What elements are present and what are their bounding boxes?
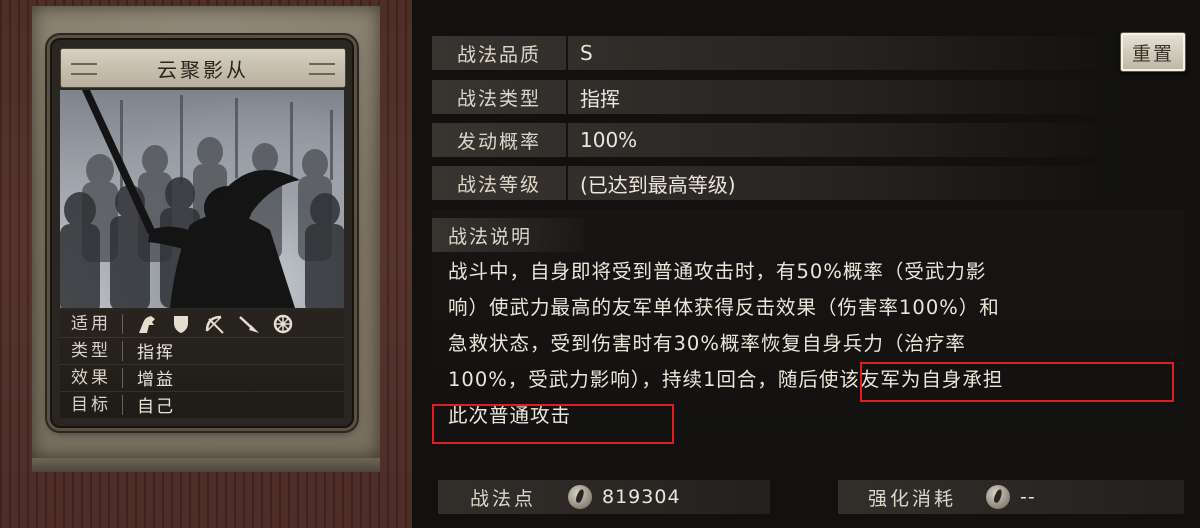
- attr-label-apply: 适用: [60, 313, 123, 334]
- attr-row-effect: 效果 增益: [60, 364, 344, 392]
- attr-row-type: 类型 指挥: [60, 337, 344, 365]
- info-row-quality: 战法品质 S: [432, 36, 1120, 70]
- spear-icon: [237, 313, 261, 335]
- upgrade-cost-label: 强化消耗: [867, 487, 956, 510]
- attr-row-apply: 适用: [60, 310, 344, 338]
- reset-button[interactable]: 重置: [1120, 32, 1186, 72]
- card-title-bar: 云聚影从: [60, 48, 346, 88]
- info-row-level: 战法等级 (已达到最高等级): [432, 166, 1120, 200]
- attr-label-target: 目标: [60, 394, 123, 415]
- attr-value-target: 自己: [137, 397, 175, 417]
- level-value: (已达到最高等级): [580, 172, 736, 197]
- card-attributes: 适用 类型 指挥 效果 增益 目标 自己: [60, 310, 344, 418]
- tactic-points-value: 819304: [602, 486, 681, 508]
- kind-value: 指挥: [580, 86, 620, 111]
- description-line-1: 战斗中，自身即将受到普通攻击时，有50%概率（受武力影: [448, 260, 987, 283]
- quality-value: S: [580, 41, 593, 65]
- description-line-4-start: 100%，受武力影响），持续1回合，: [448, 368, 778, 391]
- upgrade-cost-field: 强化消耗 --: [838, 480, 1184, 514]
- description-title: 战法说明: [432, 218, 584, 252]
- description-line-3: 急救状态，受到伤害时有30%概率恢复自身兵力（治疗率: [448, 332, 966, 355]
- tactic-points-field: 战法点 819304: [438, 480, 770, 514]
- upgrade-cost-coin-icon: [986, 485, 1010, 509]
- shield-icon: [169, 313, 193, 335]
- quality-label: 战法品质: [432, 36, 568, 70]
- description-line-2: 响）使武力最高的友军单体获得反击效果（伤害率100%）和: [448, 296, 1000, 319]
- warriors-silhouette-art: [60, 90, 344, 308]
- troop-type-icons: [123, 313, 295, 335]
- rate-label: 发动概率: [432, 123, 568, 157]
- kind-label: 战法类型: [432, 80, 568, 114]
- upgrade-cost-value: --: [1020, 486, 1036, 508]
- wheel-icon: [271, 313, 295, 335]
- info-row-rate: 发动概率 100%: [432, 123, 1120, 157]
- tactic-points-label: 战法点: [469, 487, 536, 510]
- tactic-point-coin-icon: [568, 485, 592, 509]
- rate-value: 100%: [580, 128, 638, 152]
- highlight-box-1: [860, 362, 1174, 402]
- cavalry-icon: [135, 313, 159, 335]
- card-title: 云聚影从: [157, 57, 249, 82]
- attr-row-target: 目标 自己: [60, 391, 344, 418]
- attr-value-effect: 增益: [137, 370, 175, 390]
- level-label: 战法等级: [432, 166, 568, 200]
- attr-value-type: 指挥: [137, 343, 175, 363]
- attr-label-type: 类型: [60, 340, 123, 361]
- bow-icon: [203, 313, 227, 335]
- highlight-box-2: [432, 404, 674, 444]
- card-artwork: [60, 90, 344, 308]
- info-row-kind: 战法类型 指挥: [432, 80, 1120, 114]
- attr-label-effect: 效果: [60, 367, 123, 388]
- tactic-card: 云聚影从 适用 类型 指挥 效果 增益 目标 自己: [50, 38, 354, 428]
